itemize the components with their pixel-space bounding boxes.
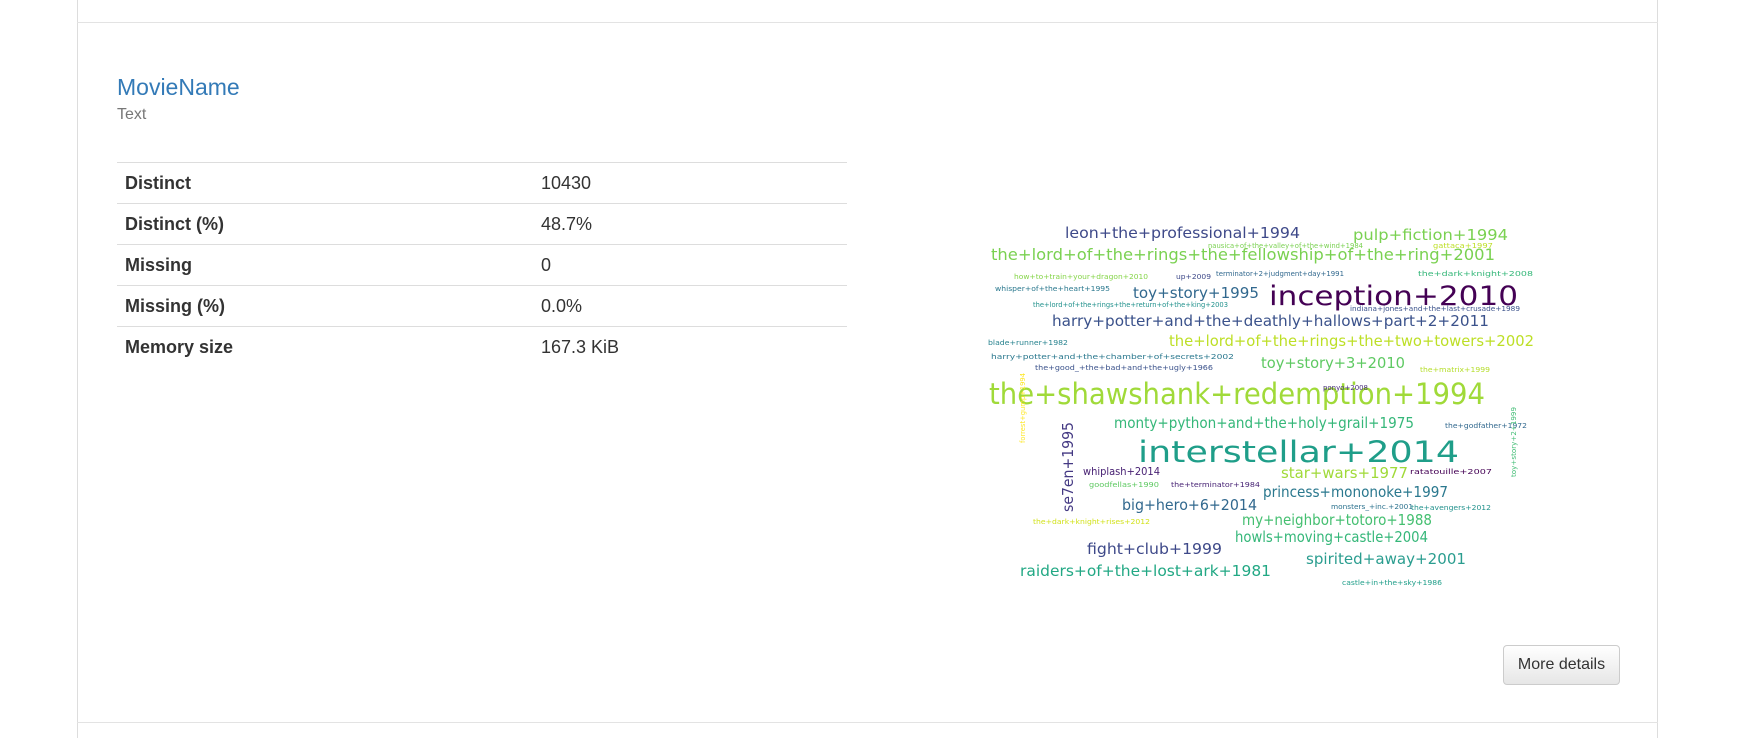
word-cloud-term: nausica+of+the+valley+of+the+wind+1984 (1208, 242, 1364, 250)
panel-divider-top (77, 22, 1658, 23)
word-cloud-term: whisper+of+the+heart+1995 (995, 285, 1110, 293)
stats-row: Missing 0 (117, 244, 847, 286)
word-cloud-term: the+dark+knight+rises+2012 (1033, 518, 1150, 526)
word-cloud-svg: the+shawshank+redemption+1994interstella… (988, 224, 1534, 587)
word-cloud-term: my+neighbor+totoro+1988 (1242, 511, 1432, 529)
word-cloud-term: leon+the+professional+1994 (1065, 224, 1300, 242)
word-cloud-term: the+avengers+2012 (1411, 504, 1491, 512)
variable-type: Text (117, 106, 147, 123)
word-cloud-term: the+matrix+1999 (1420, 366, 1490, 374)
stat-label: Memory size (125, 336, 234, 357)
stat-value: 10430 (541, 172, 592, 193)
word-cloud-term: harry+potter+and+the+chamber+of+secrets+… (991, 353, 1234, 361)
more-details-button[interactable]: More details (1503, 645, 1620, 685)
word-cloud-term: castle+in+the+sky+1986 (1342, 579, 1443, 587)
word-cloud-term: the+lord+of+the+rings+the+return+of+the+… (1033, 301, 1228, 309)
word-cloud-term: terminator+2+judgment+day+1991 (1216, 270, 1344, 278)
stat-value: 48.7% (541, 213, 593, 234)
stat-label: Distinct (%) (125, 213, 224, 234)
stats-row: Distinct 10430 (117, 162, 847, 204)
word-cloud-term: up+2009 (1176, 273, 1211, 281)
word-cloud-term: toy+story+2+1999 (1510, 407, 1518, 477)
stats-row: Distinct (%) 48.7% (117, 203, 847, 245)
word-cloud-term: monty+python+and+the+holy+grail+1975 (1114, 414, 1414, 432)
word-cloud-term: fight+club+1999 (1087, 540, 1222, 558)
stats-row: Missing (%) 0.0% (117, 285, 847, 327)
word-cloud-term: raiders+of+the+lost+ark+1981 (1020, 562, 1271, 580)
word-cloud-term: whiplash+2014 (1083, 465, 1160, 478)
word-cloud-term: gattaca+1997 (1433, 242, 1493, 250)
word-cloud-term: how+to+train+your+dragon+2010 (1014, 273, 1148, 281)
word-cloud-term: indiana+jones+and+the+last+crusade+1989 (1350, 305, 1520, 313)
word-cloud-term: big+hero+6+2014 (1122, 496, 1257, 514)
word-cloud-term: the+terminator+1984 (1171, 481, 1261, 489)
word-cloud-term: toy+story+3+2010 (1261, 354, 1405, 372)
word-cloud-term: howls+moving+castle+2004 (1235, 528, 1428, 546)
word-cloud-term: toy+story+1995 (1133, 284, 1259, 302)
stat-value: 0.0% (541, 295, 583, 316)
word-cloud-term: ratatouille+2007 (1410, 468, 1492, 476)
word-cloud-term: blade+runner+1982 (988, 339, 1068, 347)
word-cloud-term: se7en+1995 (1059, 422, 1077, 512)
word-cloud-term: star+wars+1977 (1281, 464, 1408, 482)
stat-label: Distinct (125, 172, 192, 193)
word-cloud-term: goodfellas+1990 (1089, 481, 1159, 489)
stats-table: Distinct 10430 Distinct (%) 48.7% Missin… (117, 162, 847, 367)
word-cloud-term: the+good_+the+bad+and+the+ugly+1966 (1035, 364, 1214, 372)
word-cloud: the+shawshank+redemption+1994 interstella… (975, 210, 1555, 600)
stat-label: Missing (%) (125, 295, 226, 316)
stat-value: 167.3 KiB (541, 336, 620, 357)
word-cloud-term: spirited+away+2001 (1306, 550, 1466, 568)
stat-value: 0 (541, 254, 552, 275)
word-cloud-term: the+dark+knight+2008 (1418, 270, 1533, 278)
panel-divider-bottom (77, 722, 1658, 723)
word-cloud-term: monsters_+inc.+2001 (1331, 503, 1413, 511)
stats-row: Memory size 167.3 KiB (117, 326, 847, 368)
word-cloud-term: princess+mononoke+1997 (1263, 483, 1448, 501)
word-cloud-term: the+lord+of+the+rings+the+two+towers+200… (1169, 332, 1534, 350)
word-cloud-term: the+shawshank+redemption+1994 (989, 377, 1485, 411)
variable-name-link[interactable]: MovieName (117, 74, 240, 101)
word-cloud-term: ponyo+2008 (1323, 384, 1368, 392)
word-cloud-term: harry+potter+and+the+deathly+hallows+par… (1052, 312, 1489, 330)
stat-label: Missing (125, 254, 193, 275)
word-cloud-term: forrest+gump+1994 (1019, 372, 1027, 443)
